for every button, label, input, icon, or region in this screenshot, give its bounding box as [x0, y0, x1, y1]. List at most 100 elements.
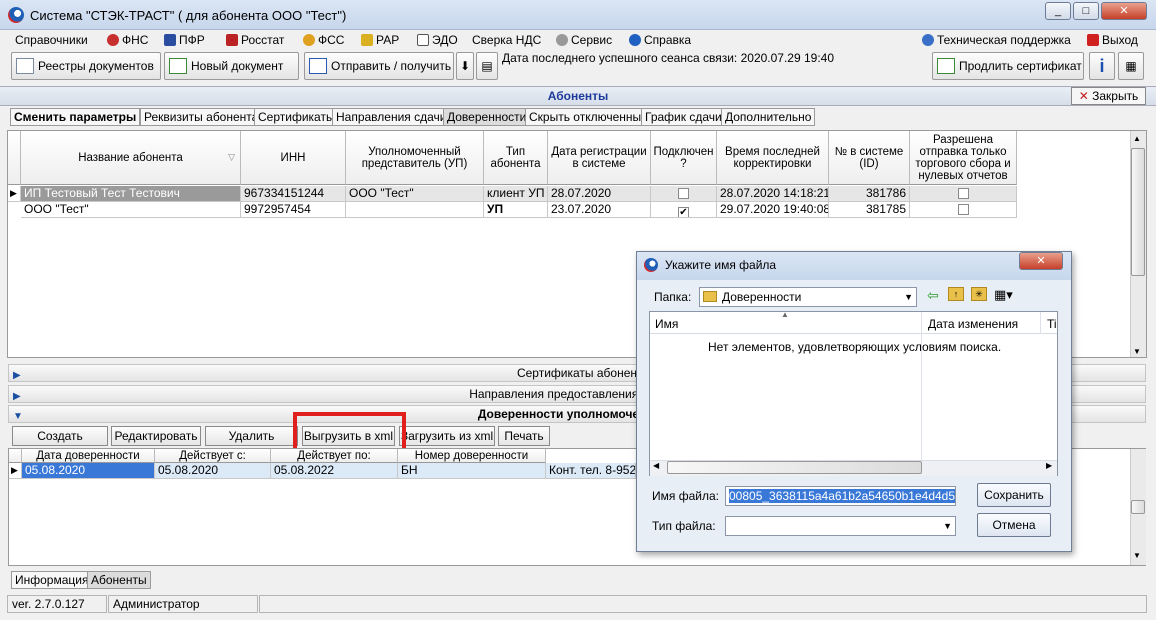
scroll-right-icon[interactable]: ▶	[1046, 461, 1052, 470]
menu-edo[interactable]: ЭДО	[417, 33, 458, 47]
tab-directions[interactable]: Направления сдачи	[332, 108, 451, 126]
column-header-connected[interactable]: Подключен ?	[651, 131, 717, 185]
column-header-name[interactable]: Название абонента ▽	[21, 131, 241, 185]
column-header-inn[interactable]: ИНН	[241, 131, 346, 185]
tab-requisites[interactable]: Реквизиты абонента	[140, 108, 263, 126]
table-row-cell-reg[interactable]: 28.07.2020	[548, 186, 651, 202]
allowed-checkbox[interactable]	[957, 204, 969, 215]
table-row-cell-valid-from[interactable]: 05.08.2020	[155, 463, 271, 479]
column-header-power-date[interactable]: Дата доверенности	[22, 449, 155, 463]
delete-button[interactable]: Удалить	[205, 426, 298, 446]
table-row-cell-id[interactable]: 381786	[829, 186, 910, 202]
table-row-cell-allowed[interactable]	[910, 202, 1017, 218]
powers-scrollbar-thumb[interactable]	[1131, 500, 1145, 514]
column-header-valid-from[interactable]: Действует с:	[155, 449, 271, 463]
table-row-cell-name[interactable]: ООО "Тест"	[21, 202, 241, 218]
print-button[interactable]: Печать	[498, 426, 550, 446]
download-arrow-button[interactable]: ⬇	[456, 52, 474, 80]
table-row-cell-valid-to[interactable]: 05.08.2022	[271, 463, 398, 479]
menu-support[interactable]: Техническая поддержка	[922, 33, 1071, 47]
table-row-cell-connected[interactable]	[651, 186, 717, 202]
import-xml-button[interactable]: Загрузить из xml	[399, 426, 495, 446]
minimize-button[interactable]: _	[1045, 2, 1071, 20]
table-row-cell-power-date[interactable]: 05.08.2020	[22, 463, 155, 479]
tab-hide-disabled[interactable]: Скрыть отключенных	[525, 108, 652, 126]
table-row-cell-connected[interactable]: ✔	[651, 202, 717, 218]
table-row-cell-up[interactable]: ООО "Тест"	[346, 186, 484, 202]
scroll-left-icon[interactable]: ◀	[653, 461, 659, 470]
close-panel-button[interactable]: ✕ Закрыть	[1071, 87, 1146, 105]
edit-button[interactable]: Редактировать	[111, 426, 201, 446]
table-row-cell-up[interactable]	[346, 202, 484, 218]
cancel-button[interactable]: Отмена	[977, 513, 1051, 537]
file-name-input[interactable]: 00805_3638115a4a61b2a54650b1e4d4d5e6ae	[725, 486, 956, 506]
tab-additional[interactable]: Дополнительно	[721, 108, 816, 126]
column-header-power-number[interactable]: Номер доверенности	[398, 449, 546, 463]
tab-subscribers[interactable]: Абоненты	[87, 571, 151, 589]
column-header-type[interactable]: Ti	[1047, 317, 1057, 331]
table-row-cell-correction[interactable]: 29.07.2020 19:40:08	[717, 202, 829, 218]
document-settings-button[interactable]: ▤	[476, 52, 498, 80]
menu-fss[interactable]: ФСС	[303, 33, 344, 47]
connected-checkbox[interactable]	[678, 188, 689, 199]
table-row-cell-reg[interactable]: 23.07.2020	[548, 202, 651, 218]
table-row-cell-type[interactable]: клиент УП	[484, 186, 548, 202]
menu-exit[interactable]: Выход	[1087, 33, 1138, 47]
column-header-type[interactable]: Тип абонента	[484, 131, 548, 185]
dialog-close-button[interactable]: ✕	[1019, 252, 1063, 270]
close-window-button[interactable]: ✕	[1101, 2, 1147, 20]
tab-info[interactable]: Информация	[11, 571, 93, 589]
save-button[interactable]: Сохранить	[977, 483, 1051, 507]
table-row-cell-allowed[interactable]	[910, 186, 1017, 202]
scroll-down-icon[interactable]: ▼	[1133, 347, 1141, 356]
file-type-select[interactable]: ▼	[725, 516, 956, 536]
scroll-down-icon[interactable]: ▼	[1133, 551, 1141, 560]
scroll-up-icon[interactable]: ▲	[1133, 134, 1141, 143]
hscroll-thumb[interactable]	[667, 461, 922, 474]
create-button[interactable]: Создать	[12, 426, 108, 446]
column-header-valid-to[interactable]: Действует по:	[271, 449, 398, 463]
column-header-file-name[interactable]: Имя	[655, 317, 678, 331]
menu-fns[interactable]: ФНС	[107, 33, 148, 47]
view-menu-icon[interactable]: ▦▾	[994, 287, 1013, 303]
up-folder-icon[interactable]: ↑	[948, 287, 964, 301]
new-folder-icon[interactable]: ✳	[971, 287, 987, 301]
info-button[interactable]: i	[1089, 52, 1115, 80]
table-row-cell-inn[interactable]: 967334151244	[241, 186, 346, 202]
column-header-allowed[interactable]: Разрешена отправка только торгового сбор…	[910, 131, 1017, 185]
table-row-cell-power-number[interactable]: БН	[398, 463, 546, 479]
connected-checkbox-checked[interactable]: ✔	[678, 207, 689, 217]
tab-certificates[interactable]: Сертификаты	[254, 108, 339, 126]
menu-spravochniki[interactable]: Справочники	[15, 33, 88, 47]
column-header-date-modified[interactable]: Дата изменения	[928, 317, 1018, 331]
menu-servis[interactable]: Сервис	[556, 33, 612, 47]
maximize-button[interactable]: □	[1073, 2, 1099, 20]
folder-select[interactable]: Доверенности ▼	[699, 287, 917, 307]
renew-certificate-button[interactable]: Продлить сертификат	[932, 52, 1084, 80]
menu-rar[interactable]: РАР	[361, 33, 399, 47]
table-row-cell-name[interactable]: ИП Тестовый Тест Тестович	[21, 186, 241, 202]
send-receive-button[interactable]: Отправить / получить	[304, 52, 454, 80]
column-header-id[interactable]: № в системе (ID)	[829, 131, 910, 185]
menu-rosstat[interactable]: Росстат	[226, 33, 284, 47]
allowed-checkbox[interactable]	[957, 188, 969, 199]
file-list[interactable]	[649, 311, 1058, 476]
menu-sverka-nds[interactable]: Сверка НДС	[472, 33, 541, 47]
menu-spravka[interactable]: Справка	[629, 33, 691, 47]
table-row-cell-type[interactable]: УП	[484, 202, 548, 218]
grid-scrollbar-thumb[interactable]	[1131, 148, 1145, 276]
column-header-up[interactable]: Уполномоченный представитель (УП)	[346, 131, 484, 185]
table-row-cell-contact[interactable]: Конт. тел. 8-952-5	[546, 463, 636, 479]
table-row-cell-id[interactable]: 381785	[829, 202, 910, 218]
tab-change-params[interactable]: Сменить параметры	[10, 108, 141, 126]
tab-schedule[interactable]: График сдачи	[641, 108, 726, 126]
new-document-button[interactable]: Новый документ	[164, 52, 299, 80]
column-header-reg[interactable]: Дата регистрации в системе	[548, 131, 651, 185]
report-button[interactable]: ▦	[1118, 52, 1144, 80]
menu-pfr[interactable]: ПФР	[164, 33, 205, 47]
tab-powers[interactable]: Доверенности	[443, 108, 531, 126]
registry-button[interactable]: Реестры документов	[11, 52, 161, 80]
column-header-correction[interactable]: Время последней корректировки	[717, 131, 829, 185]
table-row-cell-inn[interactable]: 9972957454	[241, 202, 346, 218]
back-icon[interactable]: ⇦	[927, 287, 939, 304]
